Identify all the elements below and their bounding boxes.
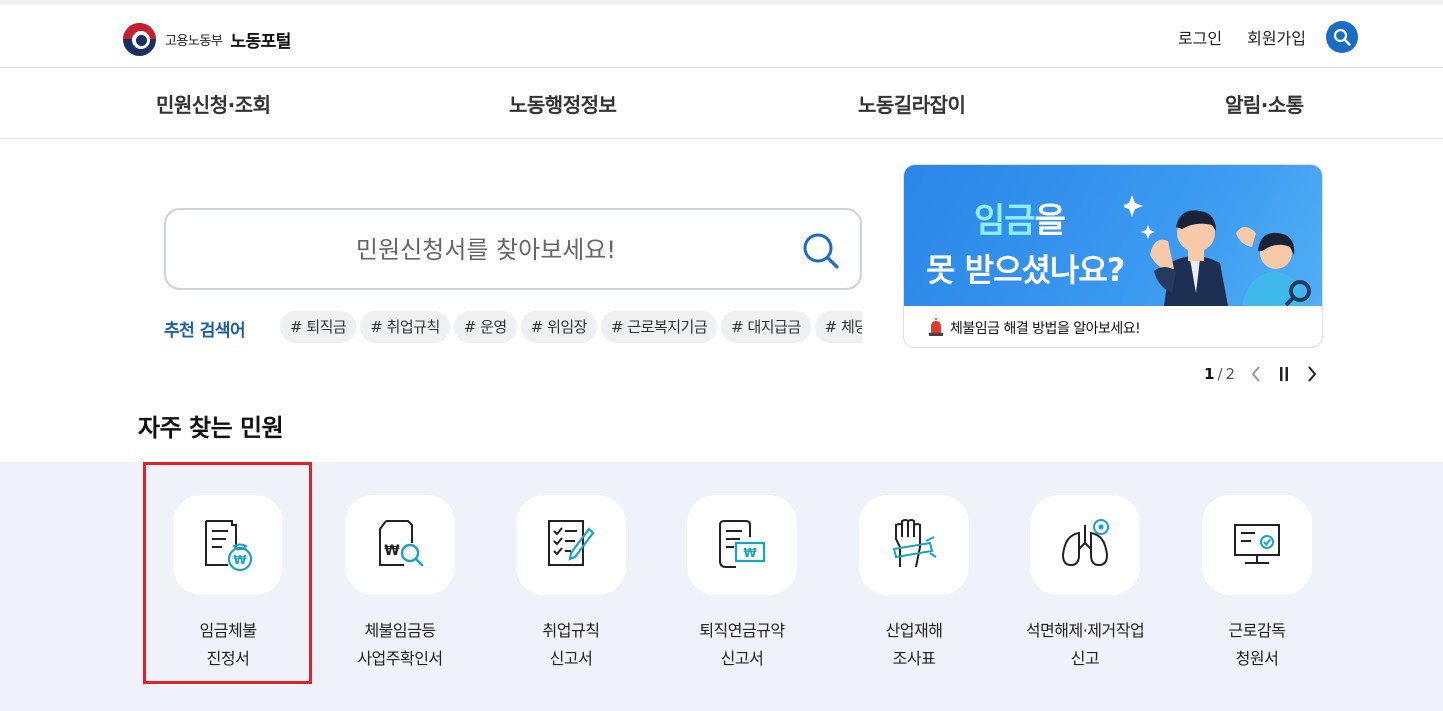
tag-substitute-payment[interactable]: # 대지급금 (721, 311, 811, 343)
service-label: 취업규칙 신고서 (542, 621, 600, 668)
login-link[interactable]: 로그인 (1178, 25, 1222, 49)
search-icon (803, 233, 839, 269)
banner-image-area: 임금을 못 받으셨나요? (904, 165, 1322, 306)
checklist-pen-icon (548, 520, 595, 566)
tag-retirement-pay[interactable]: # 퇴직금 (280, 311, 357, 343)
service-unpaid-wage-confirmation[interactable]: ₩ 체불임금등 사업주확인서 (320, 495, 480, 675)
service-asbestos-removal-report[interactable]: 석면해제·제거작업 신고 (1005, 495, 1165, 675)
service-industrial-accident-survey[interactable]: 산업재해 조사표 (834, 495, 994, 675)
pager-current: 1 (1204, 365, 1215, 383)
nav-item-admin-info[interactable]: 노동행정정보 (509, 89, 617, 118)
service-label: 퇴직연금규약 신고서 (699, 621, 785, 668)
banner-caption-area: 체불임금 해결 방법을 알아보세요! (904, 306, 1322, 347)
search-icon (1333, 28, 1351, 46)
document-search-icon: ₩ (379, 520, 424, 567)
search-submit-button[interactable] (800, 230, 842, 272)
recommended-keywords-label: 추천 검색어 (164, 321, 246, 341)
service-retirement-pension-report[interactable]: ₩ 퇴직연금규약 신고서 (662, 495, 822, 675)
tag-more[interactable]: # 체당금 (814, 311, 862, 343)
banner-title-line2: 못 받으셨나요? (926, 251, 1125, 289)
siren-icon (929, 318, 943, 336)
svg-text:₩: ₩ (384, 543, 400, 559)
header-search-button[interactable] (1326, 21, 1358, 53)
pager-separator: / (1217, 365, 1223, 383)
service-labor-inspection-petition[interactable]: 근로감독 청원서 (1177, 495, 1337, 675)
main-nav: 민원신청·조회 노동행정정보 노동길라잡이 알림·소통 (0, 69, 1443, 139)
service-label: 산업재해 조사표 (885, 621, 943, 668)
lungs-icon (1061, 519, 1109, 567)
nav-item-complaint[interactable]: 민원신청·조회 (156, 89, 271, 118)
tag-operation[interactable]: # 운영 (453, 311, 517, 343)
logo-ministry-text: 고용노동부 (165, 33, 223, 49)
search-box (164, 208, 862, 290)
pager-total: 2 (1225, 365, 1236, 383)
selection-highlight-box (143, 462, 312, 684)
tag-work-rules[interactable]: # 취업규칙 (360, 311, 450, 343)
scroll-money-icon: ₩ (719, 520, 766, 568)
service-label: 체불임금등 사업주확인서 (357, 621, 443, 668)
header: 고용노동부 노동포털 로그인 회원가입 (0, 4, 1443, 68)
banner-pager: 1 / 2 (1204, 362, 1319, 386)
recommended-tags: # 퇴직금# 취업규칙# 운영# 위임장# 근로복지기금# 대지급금# 체당금 (280, 311, 862, 343)
nav-item-guide[interactable]: 노동길라잡이 (858, 89, 966, 118)
tag-welfare-fund[interactable]: # 근로복지기금 (600, 311, 718, 343)
promo-banner[interactable]: 임금을 못 받으셨나요? 체불임금 해결 방법을 알아보세요! (903, 164, 1323, 348)
injured-hand-icon (892, 519, 937, 568)
service-label: 근로감독 청원서 (1228, 621, 1286, 668)
site-logo[interactable]: 고용노동부 노동포털 (123, 22, 291, 56)
taegeuk-logo-icon (123, 22, 156, 56)
monitor-check-icon (1234, 524, 1280, 564)
chevron-left-icon[interactable] (1249, 364, 1263, 384)
search-input[interactable] (196, 230, 776, 270)
svg-text:₩: ₩ (743, 546, 757, 560)
frequent-section-title: 자주 찾는 민원 (138, 414, 284, 442)
pause-icon[interactable] (1277, 364, 1291, 384)
tag-proxy[interactable]: # 위임장 (520, 311, 597, 343)
banner-caption: 체불임금 해결 방법을 알아보세요! (950, 321, 1141, 337)
utility-menu: 로그인 회원가입 (1178, 20, 1358, 54)
service-label: 석면해제·제거작업 신고 (1025, 621, 1145, 668)
signup-link[interactable]: 회원가입 (1247, 25, 1306, 49)
service-work-rules-report[interactable]: 취업규칙 신고서 (491, 495, 651, 675)
chevron-right-icon[interactable] (1305, 364, 1319, 384)
workers-illustration-icon (1124, 195, 1311, 306)
banner-title-line1: 임금을 (974, 201, 1066, 241)
nav-item-notice[interactable]: 알림·소통 (1225, 89, 1304, 118)
logo-portal-text: 노동포털 (230, 31, 291, 52)
